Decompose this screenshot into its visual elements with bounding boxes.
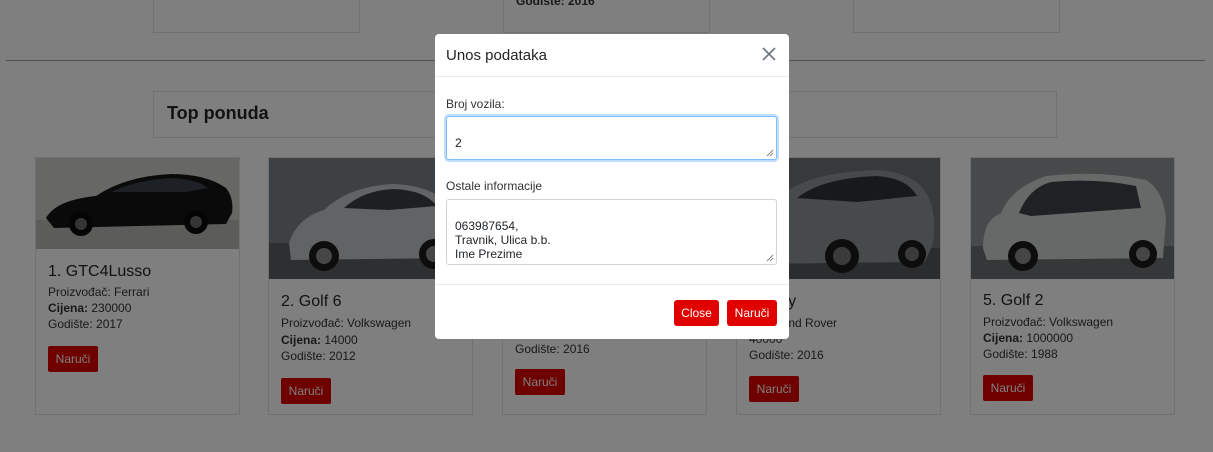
close-button[interactable]: Close	[674, 300, 719, 326]
other-info-input[interactable]: 063987654, Travnik, Ulica b.b. Ime Prezi…	[446, 199, 777, 265]
submit-order-button[interactable]: Naruči	[727, 300, 777, 326]
other-info-value: 063987654, Travnik, Ulica b.b. Ime Prezi…	[455, 219, 551, 261]
page: Godište: 2016 Top ponuda 1. GTC4Lusso Pr…	[0, 0, 1213, 452]
vehicle-count-label: Broj vozila:	[446, 97, 505, 111]
other-info-label: Ostale informacije	[446, 179, 543, 193]
close-icon[interactable]	[757, 42, 781, 66]
modal-footer: Close Naruči	[435, 284, 789, 339]
modal-header: Unos podataka	[435, 34, 789, 77]
modal-title: Unos podataka	[446, 47, 547, 64]
order-modal: Unos podataka Broj vozila: 2 Ostale info…	[435, 34, 789, 339]
vehicle-count-value: 2	[455, 136, 462, 150]
resize-grip-icon[interactable]	[766, 149, 774, 157]
resize-grip-icon[interactable]	[766, 254, 774, 262]
vehicle-count-input[interactable]: 2	[446, 116, 777, 160]
